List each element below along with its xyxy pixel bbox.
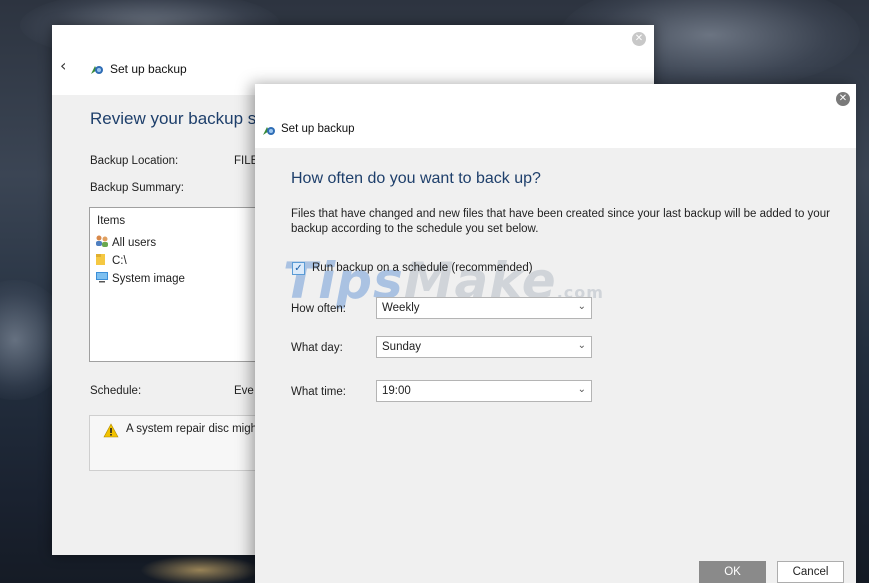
schedule-value: Eve: [234, 385, 254, 397]
what-time-label: What time:: [291, 386, 346, 398]
system-image-icon: [96, 272, 108, 283]
how-often-label: How often:: [291, 303, 346, 315]
page-heading: How often do you want to back up?: [291, 170, 541, 187]
back-arrow-icon[interactable]: ‹: [60, 58, 74, 74]
what-day-label: What day:: [291, 342, 343, 354]
list-item: System image: [95, 271, 185, 285]
list-item: C:\: [95, 253, 127, 267]
backup-summary-label: Backup Summary:: [90, 182, 184, 194]
how-often-dropdown[interactable]: Weekly ⌄: [376, 297, 592, 319]
backup-app-icon: [91, 66, 103, 74]
what-time-dropdown[interactable]: 19:00 ⌄: [376, 380, 592, 402]
what-time-value: 19:00: [382, 385, 411, 397]
backup-schedule-dialog: ✕ Set up backup How often do you want to…: [255, 84, 856, 583]
warning-icon: [103, 423, 119, 438]
list-item-label: C:\: [112, 255, 127, 267]
list-item: All users: [95, 235, 156, 249]
users-icon: [96, 235, 108, 247]
close-icon[interactable]: ✕: [632, 32, 646, 46]
list-item-label: System image: [112, 273, 185, 285]
items-header: Items: [97, 215, 126, 227]
how-often-value: Weekly: [382, 302, 420, 314]
folder-icon: [96, 254, 105, 265]
warning-text: A system repair disc migh: [126, 423, 258, 435]
backup-location-label: Backup Location:: [90, 155, 179, 167]
wallpaper-glow: [140, 555, 260, 583]
close-icon[interactable]: ✕: [836, 92, 850, 106]
title-bar: [255, 84, 856, 148]
schedule-checkbox-label[interactable]: Run backup on a schedule (recommended): [312, 262, 533, 274]
cancel-button[interactable]: Cancel: [777, 561, 844, 583]
description-text: Files that have changed and new files th…: [291, 208, 830, 235]
schedule-label: Schedule:: [90, 385, 142, 397]
page-heading: Review your backup sett: [90, 109, 276, 128]
window-title: Set up backup: [281, 123, 355, 135]
chevron-down-icon: ⌄: [577, 301, 586, 312]
chevron-down-icon: ⌄: [577, 384, 586, 395]
list-item-label: All users: [112, 237, 157, 249]
backup-app-icon: [263, 127, 275, 135]
ok-button[interactable]: OK: [699, 561, 766, 583]
what-day-value: Sunday: [382, 341, 422, 353]
window-title: Set up backup: [110, 62, 187, 76]
schedule-checkbox[interactable]: ✓: [292, 262, 305, 275]
chevron-down-icon: ⌄: [577, 340, 586, 351]
what-day-dropdown[interactable]: Sunday ⌄: [376, 336, 592, 358]
